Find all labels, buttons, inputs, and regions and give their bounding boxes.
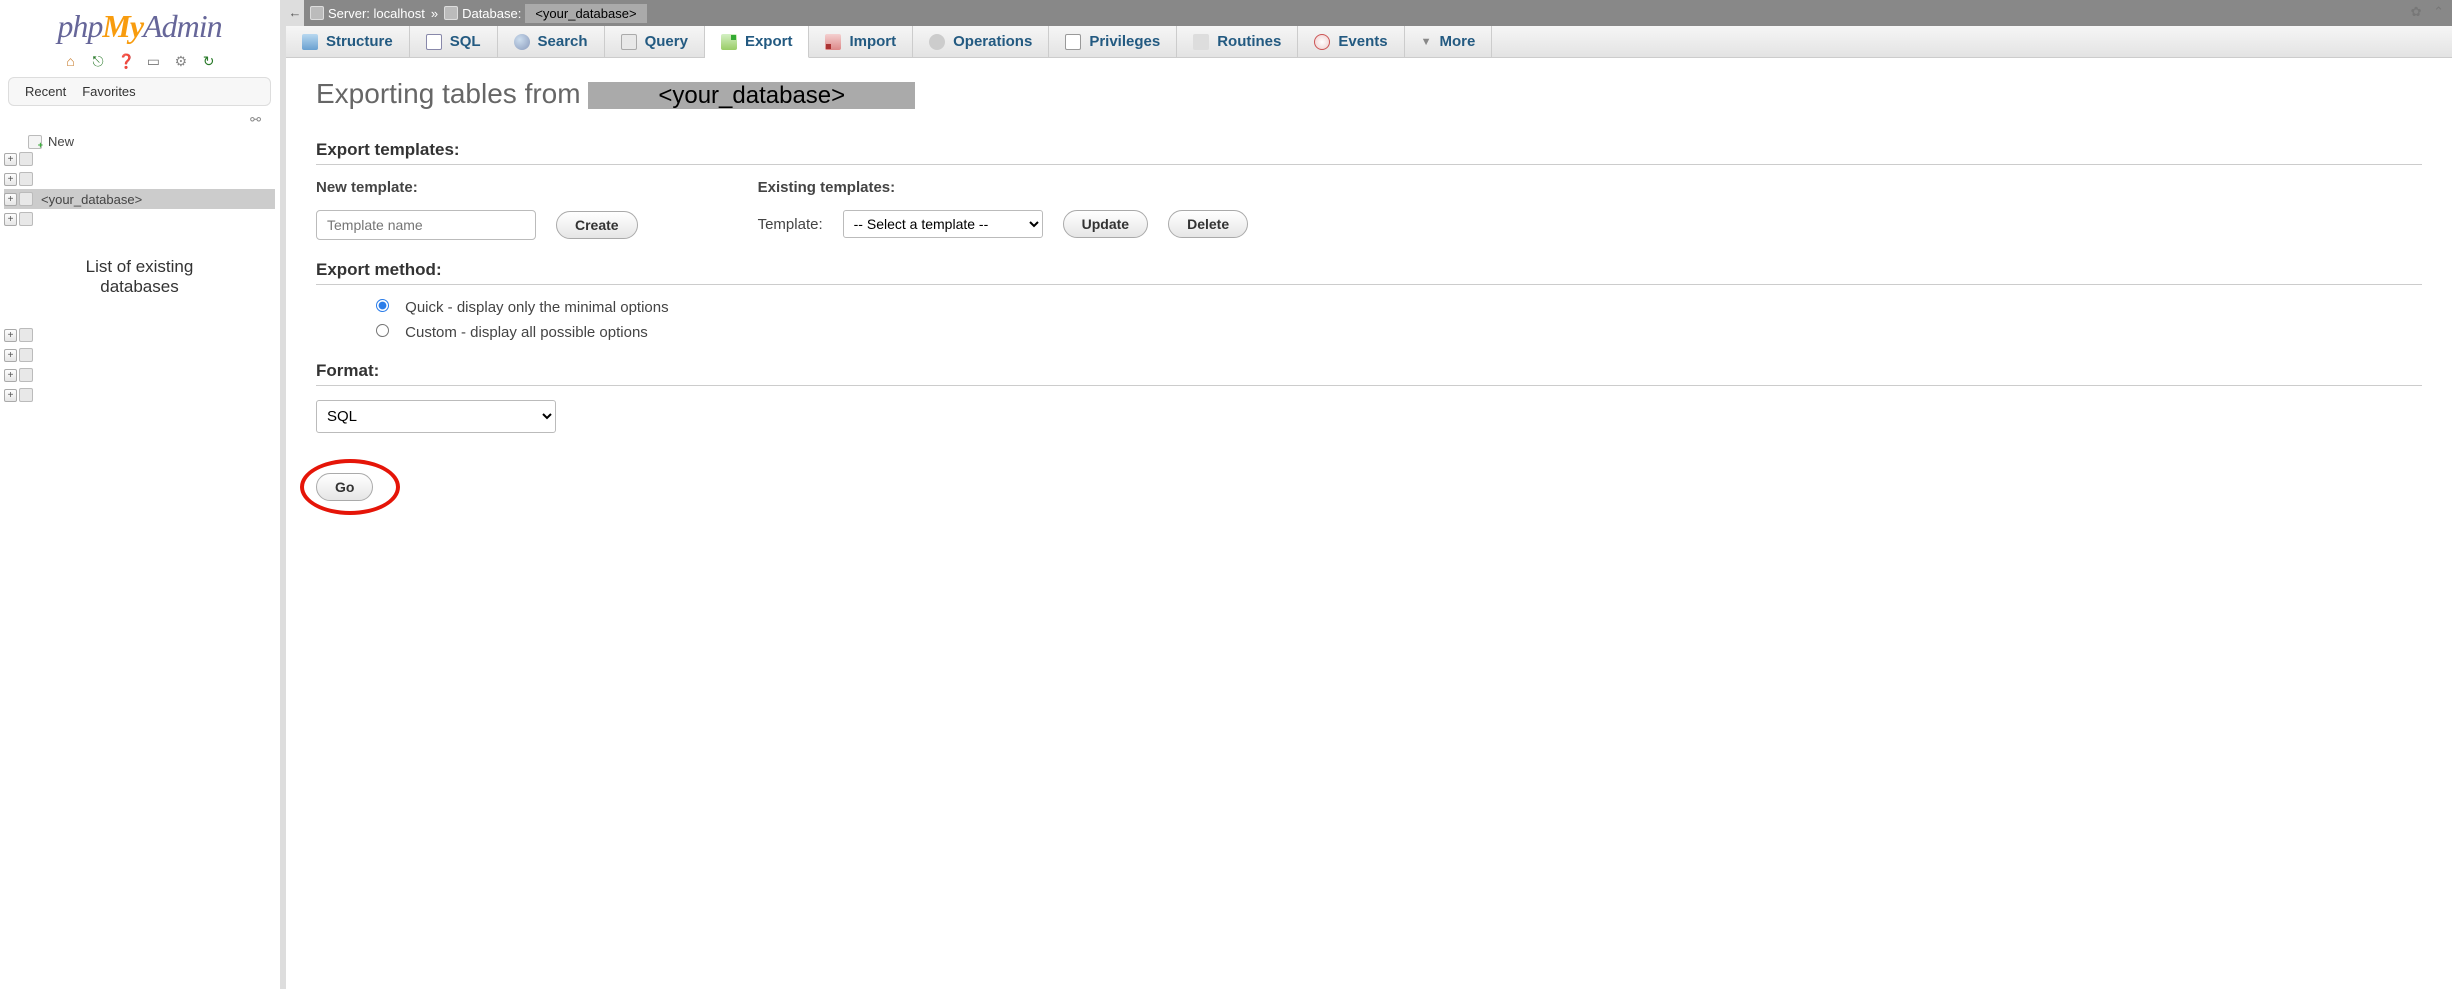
database-icon: [19, 152, 33, 166]
search-icon: [514, 34, 530, 50]
settings-icon[interactable]: ⚙: [173, 53, 189, 69]
page-title-db: <your_database>: [588, 82, 915, 109]
link-icon[interactable]: ⚯: [250, 112, 261, 127]
section-export-method: Export method:: [316, 260, 2422, 285]
tree-db-item-selected[interactable]: + <your_database>: [4, 189, 275, 209]
page-title: Exporting tables from <your_database>: [316, 78, 2422, 110]
export-icon: [721, 34, 737, 50]
tab-export[interactable]: Export: [705, 26, 810, 58]
expand-icon[interactable]: +: [4, 369, 17, 382]
sql-query-icon[interactable]: ▭: [145, 53, 161, 69]
logo[interactable]: phpMyAdmin: [0, 0, 279, 49]
tab-events[interactable]: Events: [1298, 26, 1404, 57]
tree-db-item[interactable]: +: [4, 385, 275, 405]
radio-custom-input[interactable]: [376, 324, 389, 337]
tree-db-item[interactable]: +: [4, 345, 275, 365]
page-settings-icon[interactable]: ✿: [2411, 4, 2422, 19]
docs-icon[interactable]: ❓: [118, 53, 134, 69]
tab-more[interactable]: ▼More: [1405, 26, 1493, 57]
back-icon[interactable]: ←: [286, 0, 304, 26]
query-icon: [621, 34, 637, 50]
database-icon: [19, 212, 33, 226]
tree-db-item[interactable]: +: [4, 149, 275, 169]
database-icon: [19, 328, 33, 342]
events-icon: [1314, 34, 1330, 50]
tree-db-item[interactable]: +: [4, 169, 275, 189]
tree-db-item[interactable]: +: [4, 365, 275, 385]
radio-quick-input[interactable]: [376, 299, 389, 312]
go-button[interactable]: Go: [316, 473, 373, 501]
template-select[interactable]: -- Select a template --: [843, 210, 1043, 238]
tree-caption-line2: databases: [4, 277, 275, 297]
bc-database[interactable]: Database:: [462, 6, 521, 21]
tab-query[interactable]: Query: [605, 26, 705, 57]
radio-custom[interactable]: Custom - display all possible options: [376, 324, 2422, 341]
breadcrumb: ← Server: localhost » Database: <your_da…: [286, 0, 2452, 26]
top-tabs: Structure SQL Search Query Export Import…: [286, 26, 2452, 58]
home-icon[interactable]: ⌂: [62, 53, 78, 69]
existing-templates-label: Existing templates:: [758, 179, 1249, 196]
bc-server[interactable]: Server: localhost: [328, 6, 425, 21]
tab-operations[interactable]: Operations: [913, 26, 1049, 57]
new-template-label: New template:: [316, 179, 638, 196]
favorites-tab[interactable]: Favorites: [74, 82, 143, 101]
logout-icon[interactable]: ⎋: [90, 53, 106, 69]
create-button[interactable]: Create: [556, 211, 638, 239]
format-select[interactable]: SQL: [316, 400, 556, 433]
bc-database-chip: <your_database>: [525, 4, 646, 23]
database-icon: [19, 348, 33, 362]
reload-icon[interactable]: ↻: [201, 53, 217, 69]
structure-icon: [302, 34, 318, 50]
database-icon: [19, 192, 33, 206]
server-icon: [310, 6, 324, 20]
logo-my: My: [102, 8, 143, 44]
recent-tab[interactable]: Recent: [17, 82, 74, 101]
privileges-icon: [1065, 34, 1081, 50]
tree-new-label: New: [48, 134, 74, 149]
tab-routines[interactable]: Routines: [1177, 26, 1298, 57]
operations-icon: [929, 34, 945, 50]
expand-icon[interactable]: +: [4, 213, 17, 226]
bc-sep: »: [431, 6, 438, 21]
tab-sql[interactable]: SQL: [410, 26, 498, 57]
logo-admin: Admin: [143, 8, 222, 44]
expand-icon[interactable]: +: [4, 329, 17, 342]
routines-icon: [1193, 34, 1209, 50]
new-db-icon: [28, 135, 42, 149]
database-icon: [19, 368, 33, 382]
collapse-top-icon[interactable]: ⌃: [2433, 4, 2444, 19]
import-icon: [825, 34, 841, 50]
tree-db-label: <your_database>: [37, 192, 146, 207]
template-name-input[interactable]: [316, 210, 536, 240]
tree-new[interactable]: New: [4, 134, 275, 149]
tab-privileges[interactable]: Privileges: [1049, 26, 1177, 57]
section-format: Format:: [316, 361, 2422, 386]
database-icon: [19, 172, 33, 186]
logo-php: php: [57, 8, 102, 44]
tab-search[interactable]: Search: [498, 26, 605, 57]
template-select-label: Template:: [758, 216, 823, 233]
tab-structure[interactable]: Structure: [286, 26, 410, 57]
sql-icon: [426, 34, 442, 50]
delete-button[interactable]: Delete: [1168, 210, 1248, 238]
tree-caption-line1: List of existing: [4, 257, 275, 277]
update-button[interactable]: Update: [1063, 210, 1148, 238]
expand-icon[interactable]: +: [4, 389, 17, 402]
expand-icon[interactable]: +: [4, 193, 17, 206]
expand-icon[interactable]: +: [4, 349, 17, 362]
radio-quick[interactable]: Quick - display only the minimal options: [376, 299, 2422, 316]
tab-import[interactable]: Import: [809, 26, 913, 57]
chevron-down-icon: ▼: [1421, 36, 1432, 48]
tree-db-item[interactable]: +: [4, 209, 275, 229]
database-icon: [444, 6, 458, 20]
tree-db-item[interactable]: +: [4, 325, 275, 345]
database-icon: [19, 388, 33, 402]
expand-icon[interactable]: +: [4, 173, 17, 186]
expand-icon[interactable]: +: [4, 153, 17, 166]
section-export-templates: Export templates:: [316, 140, 2422, 165]
